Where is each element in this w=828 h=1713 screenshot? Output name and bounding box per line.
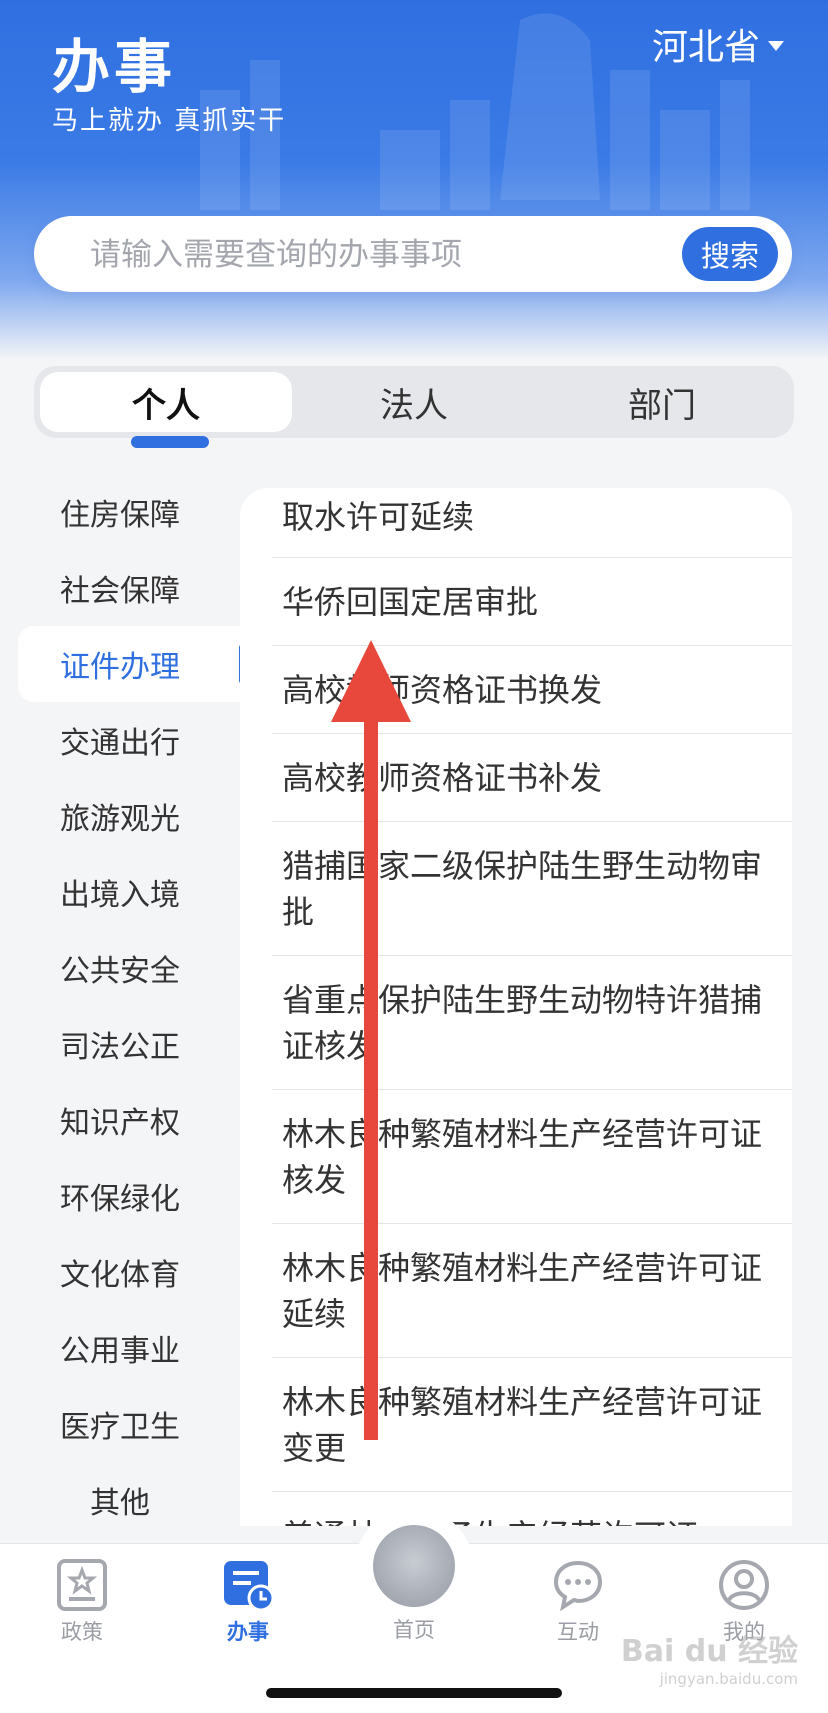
tab-personal[interactable]: 个人 <box>40 372 292 432</box>
list-item[interactable]: 高校教师资格证书换发 <box>272 646 792 734</box>
nav-label: 互动 <box>557 1620 599 1644</box>
affairs-icon <box>224 1561 275 1612</box>
region-selector[interactable]: 河北省 <box>652 18 784 70</box>
user-type-tabs: 个人 法人 部门 <box>34 366 794 438</box>
category-public-safety[interactable]: 公共安全 <box>0 930 240 1006</box>
list-item[interactable]: 林木良种繁殖材料生产经营许可证变更 <box>272 1358 792 1492</box>
category-housing[interactable]: 住房保障 <box>0 474 240 550</box>
list-item[interactable]: 华侨回国定居审批 <box>272 558 792 646</box>
search-bar: 搜索 <box>34 216 792 294</box>
category-public-utilities[interactable]: 公用事业 <box>0 1310 240 1386</box>
search-button[interactable]: 搜索 <box>682 227 778 281</box>
category-intellectual-property[interactable]: 知识产权 <box>0 1082 240 1158</box>
category-certificates[interactable]: 证件办理 <box>18 626 246 702</box>
home-emblem-icon[interactable] <box>373 1525 455 1607</box>
page-slogan: 马上就办 真抓实干 <box>52 106 287 136</box>
watermark-url: jingyan.baidu.com <box>659 1670 798 1688</box>
app-screen: 办事 马上就办 真抓实干 河北省 搜索 个人 法人 部门 住房保障 社会保障 证… <box>0 0 828 1713</box>
list-item[interactable]: 取水许可延续 <box>272 488 792 558</box>
region-label: 河北省 <box>651 27 760 68</box>
category-social-security[interactable]: 社会保障 <box>0 550 240 626</box>
category-transportation[interactable]: 交通出行 <box>0 702 240 778</box>
list-item[interactable]: 省重点保护陆生野生动物特许猎捕证核发 <box>272 956 792 1090</box>
nav-label: 政策 <box>61 1620 103 1644</box>
search-input[interactable] <box>88 216 652 294</box>
category-culture-sports[interactable]: 文化体育 <box>0 1234 240 1310</box>
bottom-tab-bar: 政策 办事 首页 互动 我的 Bai du 经验 jingyan.baidu.c… <box>0 1508 828 1713</box>
service-item-list: 取水许可延续 华侨回国定居审批 高校教师资格证书换发 高校教师资格证书补发 猎捕… <box>240 488 792 1526</box>
nav-label: 办事 <box>227 1620 269 1644</box>
home-indicator <box>266 1688 562 1698</box>
category-healthcare[interactable]: 医疗卫生 <box>0 1386 240 1462</box>
tab-department[interactable]: 部门 <box>536 372 788 432</box>
category-label: 证件办理 <box>60 650 180 685</box>
active-tab-indicator <box>131 436 209 448</box>
policy-icon <box>57 1559 107 1611</box>
category-sidebar: 住房保障 社会保障 证件办理 交通出行 旅游观光 出境入境 公共安全 司法公正 … <box>0 474 246 1538</box>
category-entry-exit[interactable]: 出境入境 <box>0 854 240 930</box>
category-environment[interactable]: 环保绿化 <box>0 1158 240 1234</box>
category-other[interactable]: 其他 <box>0 1462 240 1538</box>
page-title: 办事 <box>52 33 177 101</box>
watermark: Bai du 经验 <box>620 1634 798 1669</box>
category-tourism[interactable]: 旅游观光 <box>0 778 240 854</box>
profile-icon <box>719 1560 769 1610</box>
list-item[interactable]: 普通林木种子生产经营许可证... <box>272 1492 792 1527</box>
list-item[interactable]: 林木良种繁殖材料生产经营许可证核发 <box>272 1090 792 1224</box>
header-banner: 办事 马上就办 真抓实干 河北省 <box>0 0 828 360</box>
nav-home-label: 首页 <box>393 1618 435 1642</box>
nav-policy[interactable]: 政策 <box>22 1558 142 1646</box>
chat-icon <box>553 1560 603 1612</box>
list-item[interactable]: 高校教师资格证书补发 <box>272 734 792 822</box>
nav-affairs[interactable]: 办事 <box>188 1558 308 1646</box>
category-judicial[interactable]: 司法公正 <box>0 1006 240 1082</box>
list-item[interactable]: 猎捕国家二级保护陆生野生动物审批 <box>272 822 792 956</box>
caret-down-icon <box>768 41 784 51</box>
list-item[interactable]: 林木良种繁殖材料生产经营许可证延续 <box>272 1224 792 1358</box>
tab-legal-entity[interactable]: 法人 <box>288 372 540 432</box>
